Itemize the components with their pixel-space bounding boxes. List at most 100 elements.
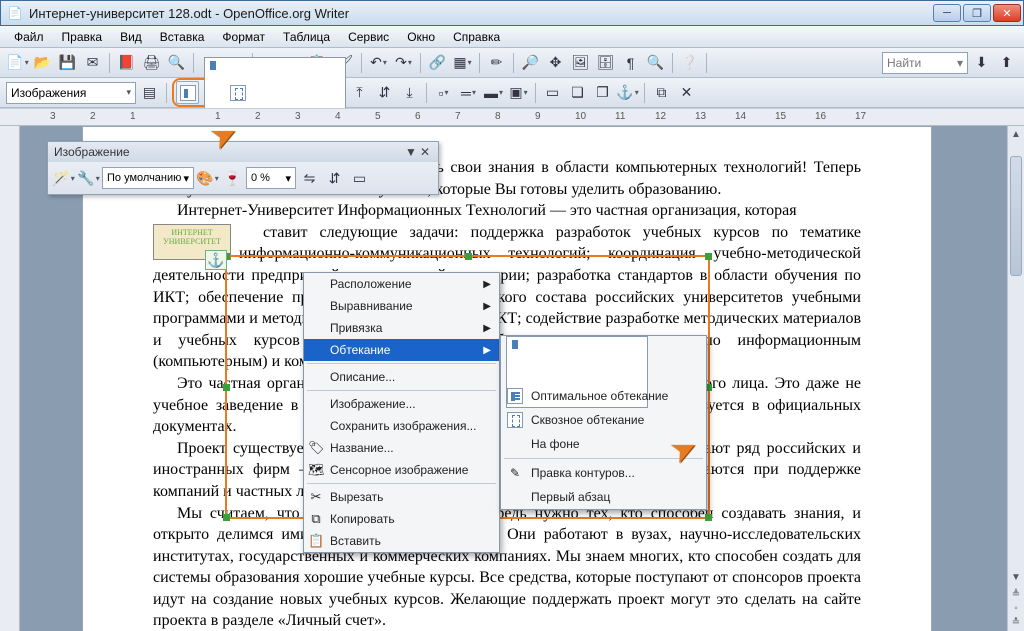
menu-insert[interactable]: Вставка xyxy=(152,28,213,46)
frame-props-button[interactable]: ▭ xyxy=(348,167,371,190)
align-top-button[interactable]: ⤒ xyxy=(348,81,371,104)
wrap-page[interactable]: Обтекание страницы xyxy=(501,360,706,384)
bring-front-button[interactable]: ❏ xyxy=(566,81,589,104)
titlebar: 📄 Интернет-университет 128.odt - OpenOff… xyxy=(0,0,1024,26)
styles-button[interactable]: ▤ xyxy=(138,81,161,104)
nav-button[interactable]: ◦ xyxy=(1008,601,1024,615)
anchor-button[interactable]: ⚓ xyxy=(616,81,639,104)
separator xyxy=(307,483,496,484)
print-button[interactable]: 🖨 xyxy=(140,51,163,74)
menu-table[interactable]: Таблица xyxy=(275,28,338,46)
ctx-wrap[interactable]: Обтекание▶ xyxy=(304,339,499,361)
vertical-scrollbar[interactable]: ▲ ▼ ≜ ◦ ≛ xyxy=(1007,126,1024,631)
minimize-button[interactable]: ─ xyxy=(933,4,961,22)
menubar: Файл Правка Вид Вставка Формат Таблица С… xyxy=(0,26,1024,48)
find-next-button[interactable]: ⬇ xyxy=(970,51,993,74)
new-button[interactable]: 📄 xyxy=(6,51,29,74)
toolbar-close-icon[interactable]: ✕ xyxy=(418,145,432,159)
menu-format[interactable]: Формат xyxy=(214,28,273,46)
ctx-anchor[interactable]: Привязка▶ xyxy=(304,317,499,339)
color-button[interactable]: 🎨 xyxy=(196,167,219,190)
frame-props-button[interactable]: ▭ xyxy=(541,81,564,104)
ctx-arrange[interactable]: Расположение▶ xyxy=(304,273,499,295)
wrap-through[interactable]: Сквозное обтекание xyxy=(501,408,706,432)
redo-button[interactable]: ↷ xyxy=(392,51,415,74)
show-draw-button[interactable]: ✏ xyxy=(485,51,508,74)
bg-color-button[interactable]: ▣ xyxy=(507,81,530,104)
scroll-up-button[interactable]: ▲ xyxy=(1008,126,1024,142)
toolbar-grip[interactable] xyxy=(706,53,707,73)
window-controls: ─ ❐ ✕ xyxy=(933,4,1021,22)
style-combo[interactable]: Изображения▾ xyxy=(6,82,136,104)
toolbar-dropdown-icon[interactable]: ▼ xyxy=(404,145,418,159)
maximize-button[interactable]: ❐ xyxy=(963,4,991,22)
transparency-combo[interactable]: 0 %▾ xyxy=(246,167,296,189)
preview-button[interactable]: 🔍 xyxy=(165,51,188,74)
vertical-ruler[interactable] xyxy=(0,126,20,631)
separator xyxy=(672,53,673,73)
zoom-button[interactable]: 🔍 xyxy=(644,51,667,74)
scroll-down-button[interactable]: ▼ xyxy=(1008,569,1024,585)
send-back-button[interactable]: ❐ xyxy=(591,81,614,104)
menu-tools[interactable]: Сервис xyxy=(340,28,397,46)
wrap-page-icon xyxy=(506,364,524,380)
menu-file[interactable]: Файл xyxy=(6,28,52,46)
navigator-button[interactable]: ✥ xyxy=(544,51,567,74)
datasources-button[interactable]: 🗄 xyxy=(594,51,617,74)
image-toolbar[interactable]: Изображение ▼ ✕ 🪄 🔧 По умолчанию▾ 🎨 🍷 0 … xyxy=(47,141,439,195)
gallery-button[interactable]: 🖼 xyxy=(569,51,592,74)
close-button[interactable]: ✕ xyxy=(993,4,1021,22)
ctx-cut[interactable]: ✂Вырезать xyxy=(304,486,499,508)
tag-icon: 🏷 xyxy=(308,440,324,456)
frame-toolbar: Изображения▾ ▤ ≡ ≡ ≡ ⤒ ⇵ ⤓ ▫ ═ ▬ ▣ ▭ ❏ ❐… xyxy=(0,78,1024,108)
horizontal-ruler[interactable]: 3 2 1 1 2 3 4 5 6 7 8 9 10 11 12 13 14 1… xyxy=(0,108,1024,126)
table-button[interactable]: ▦ xyxy=(451,51,474,74)
wrap-page-button[interactable] xyxy=(201,81,224,104)
filter-button[interactable]: 🪄 xyxy=(52,167,75,190)
find-replace-button[interactable]: 🔎 xyxy=(519,51,542,74)
ctx-paste[interactable]: 📋Вставить xyxy=(304,530,499,552)
border-style-button[interactable]: ═ xyxy=(457,81,480,104)
export-pdf-button[interactable]: 📕 xyxy=(115,51,138,74)
ctx-save-graphics[interactable]: Сохранить изображения... xyxy=(304,415,499,437)
save-button[interactable]: 💾 xyxy=(56,51,79,74)
wrap-optimal[interactable]: Оптимальное обтекание xyxy=(501,384,706,408)
undo-button[interactable]: ↶ xyxy=(367,51,390,74)
ctx-imagemap[interactable]: 🗺Сенсорное изображение xyxy=(304,459,499,481)
find-input[interactable]: Найти▾ xyxy=(882,52,968,74)
nonprinting-button[interactable]: ¶ xyxy=(619,51,642,74)
borders-button[interactable]: ▫ xyxy=(432,81,455,104)
scroll-thumb[interactable] xyxy=(1010,156,1022,276)
unchain-button[interactable]: ✕ xyxy=(675,81,698,104)
graphics-mode-combo[interactable]: По умолчанию▾ xyxy=(102,167,194,189)
next-page-button[interactable]: ≛ xyxy=(1008,615,1024,629)
graphics-mode-button[interactable]: 🔧 xyxy=(77,167,100,190)
align-bottom-button[interactable]: ⤓ xyxy=(398,81,421,104)
flip-v-button[interactable]: ⇵ xyxy=(323,167,346,190)
flip-h-button[interactable]: ⇋ xyxy=(298,167,321,190)
wrap-off-button[interactable] xyxy=(176,81,199,104)
align-vcenter-button[interactable]: ⇵ xyxy=(373,81,396,104)
ctx-align[interactable]: Выравнивание▶ xyxy=(304,295,499,317)
menu-window[interactable]: Окно xyxy=(399,28,443,46)
anchor-icon[interactable]: ⚓ xyxy=(205,250,227,270)
ctx-caption[interactable]: 🏷Название... xyxy=(304,437,499,459)
ctx-copy[interactable]: ⧉Копировать xyxy=(304,508,499,530)
image-toolbar-body: 🪄 🔧 По умолчанию▾ 🎨 🍷 0 %▾ ⇋ ⇵ ▭ xyxy=(48,162,438,194)
menu-view[interactable]: Вид xyxy=(112,28,150,46)
chain-frames-button[interactable]: ⧉ xyxy=(650,81,673,104)
open-button[interactable]: 📂 xyxy=(31,51,54,74)
help-button[interactable]: ❔ xyxy=(678,51,701,74)
hyperlink-button[interactable]: 🔗 xyxy=(426,51,449,74)
find-prev-button[interactable]: ⬆ xyxy=(995,51,1018,74)
menu-help[interactable]: Справка xyxy=(445,28,508,46)
border-color-button[interactable]: ▬ xyxy=(482,81,505,104)
separator xyxy=(420,53,421,73)
wrap-first-paragraph[interactable]: Первый абзац xyxy=(501,485,706,509)
email-button[interactable]: ✉ xyxy=(81,51,104,74)
menu-edit[interactable]: Правка xyxy=(54,28,111,46)
separator xyxy=(479,53,480,73)
ctx-description[interactable]: Описание... xyxy=(304,366,499,388)
prev-page-button[interactable]: ≜ xyxy=(1008,587,1024,601)
ctx-picture[interactable]: Изображение... xyxy=(304,393,499,415)
